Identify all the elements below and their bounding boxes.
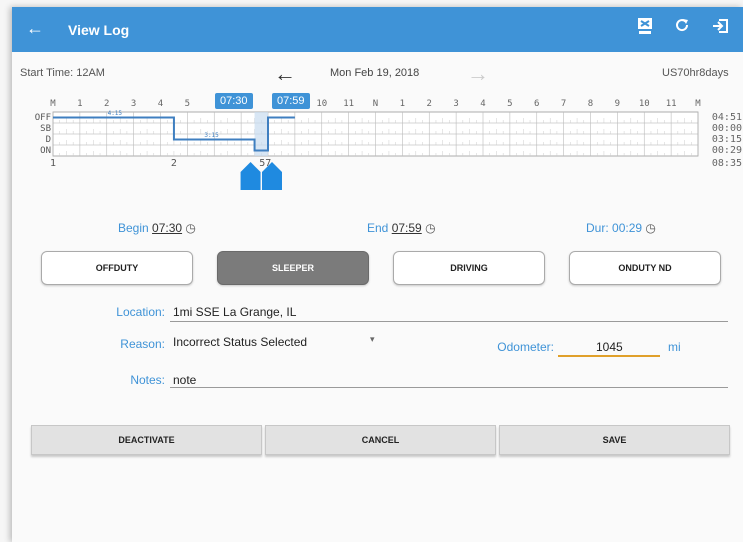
begin-label: Begin [118,221,149,235]
graph-hour-label: 3 [453,99,458,109]
graph-hour-label: M [695,99,701,109]
graph-hour-label: 11 [666,99,677,109]
previous-day-arrow-icon[interactable]: ← [274,61,296,87]
odometer-unit: mi [668,340,681,354]
refresh-icon[interactable] [674,17,690,38]
graph-hour-label: 10 [316,99,327,109]
end-label: End [367,221,389,235]
deactivate-button[interactable]: DEACTIVATE [31,425,262,455]
page-title: View Log [68,22,130,38]
graph-row-label: ON [40,146,51,156]
graph-hour-label: 2 [104,99,109,109]
odometer-label: Odometer: [497,340,554,354]
graph-hour-label: 9 [615,99,620,109]
graph-hour-label: 1 [77,99,82,109]
begin-value: 07:30 [152,221,183,235]
graph-segment-label: 3:15 [204,132,219,139]
odometer-focus-underline [558,355,660,357]
graph-hour-label: 11 [343,99,354,109]
duration-field: Dur: 00:29 ◷ [586,221,656,235]
back-arrow-icon[interactable]: ← [26,18,44,39]
graph-row-label: SB [40,124,51,134]
odometer-input[interactable]: 1045 [596,340,623,354]
clock-icon: ◷ [425,221,436,235]
end-value: 07:59 [391,221,422,235]
status-driving-button[interactable]: DRIVING [393,251,545,285]
begin-drag-handle [240,162,261,190]
status-offduty-button[interactable]: OFFDUTY [41,251,193,285]
graph-hour-label: 6 [534,99,539,109]
duration-label: Dur: [586,221,609,235]
status-onduty-nd-button[interactable]: ONDUTY ND [569,251,721,285]
log-graph[interactable]: M 1 2 3 4 5 10 11 N 1 2 3 4 5 6 7 8 9 10 11 M OFF SB D ON 04:51 00… [12,94,743,220]
graph-hour-label: 4 [158,99,163,109]
dropdown-caret-icon[interactable]: ▾ [370,334,375,345]
cancel-button[interactable]: CANCEL [265,425,496,455]
location-input[interactable]: 1mi SSE La Grange, IL [173,305,296,319]
notes-label: Notes: [130,373,165,387]
graph-hour-label: 5 [185,99,190,109]
graph-hour-label: 10 [639,99,650,109]
graph-hour-label: N [373,99,378,109]
ruleset-label: US70hr8days [662,67,729,79]
graph-hour-label: 8 [588,99,593,109]
graph-row-total: 00:29 [712,145,742,156]
graph-hour-label: 2 [427,99,432,109]
graph-row-total: 03:15 [712,134,742,145]
graph-hour-label: 4 [480,99,485,109]
graph-segment-label: 4:15 [108,110,123,117]
inspect-icon[interactable] [637,17,653,40]
location-underline [170,321,728,322]
logout-icon[interactable] [712,17,730,40]
graph-hour-label: 1 [400,99,405,109]
graph-hour-label: M [50,99,56,109]
view-log-screen: ← View Log Start Time: 12AM ← Mon Feb 19… [12,7,743,542]
app-bar: ← View Log [12,7,743,52]
graph-row-label: D [46,135,51,145]
status-sleeper-button[interactable]: SLEEPER [217,251,369,285]
log-date: Mon Feb 19, 2018 [330,67,420,79]
reason-select[interactable]: Incorrect Status Selected [173,335,307,349]
begin-time-chip[interactable]: 07:30 [215,93,253,109]
end-time-chip[interactable]: 07:59 [272,93,310,109]
graph-hour-label: 7 [561,99,566,109]
next-day-arrow-icon[interactable]: → [467,61,489,87]
notes-input[interactable]: note [173,373,196,387]
graph-row-total: 00:00 [712,123,742,134]
graph-hour-label: 3 [131,99,136,109]
clock-icon: ◷ [645,221,656,235]
graph-bottom-mark: 2 [171,158,177,169]
duration-value: 00:29 [612,221,643,235]
save-button[interactable]: SAVE [499,425,730,455]
graph-hour-label: 5 [507,99,512,109]
graph-row-total: 04:51 [712,112,742,123]
log-graph-canvas: M 1 2 3 4 5 10 11 N 1 2 3 4 5 6 7 8 9 10 11 MOFFSBDON04:5100… [35,99,742,190]
reason-label: Reason: [120,337,165,351]
notes-underline [170,387,728,388]
end-field[interactable]: End 07:59 ◷ [367,221,436,235]
location-label: Location: [116,305,165,319]
start-time-label: Start Time: 12AM [20,67,105,79]
graph-row-label: OFF [35,113,51,123]
graph-bottom-mark: 1 [50,158,56,169]
graph-selection [254,112,268,156]
graph-grand-total: 08:35 [712,158,742,169]
clock-icon: ◷ [185,221,196,235]
begin-field[interactable]: Begin 07:30 ◷ [118,221,196,235]
